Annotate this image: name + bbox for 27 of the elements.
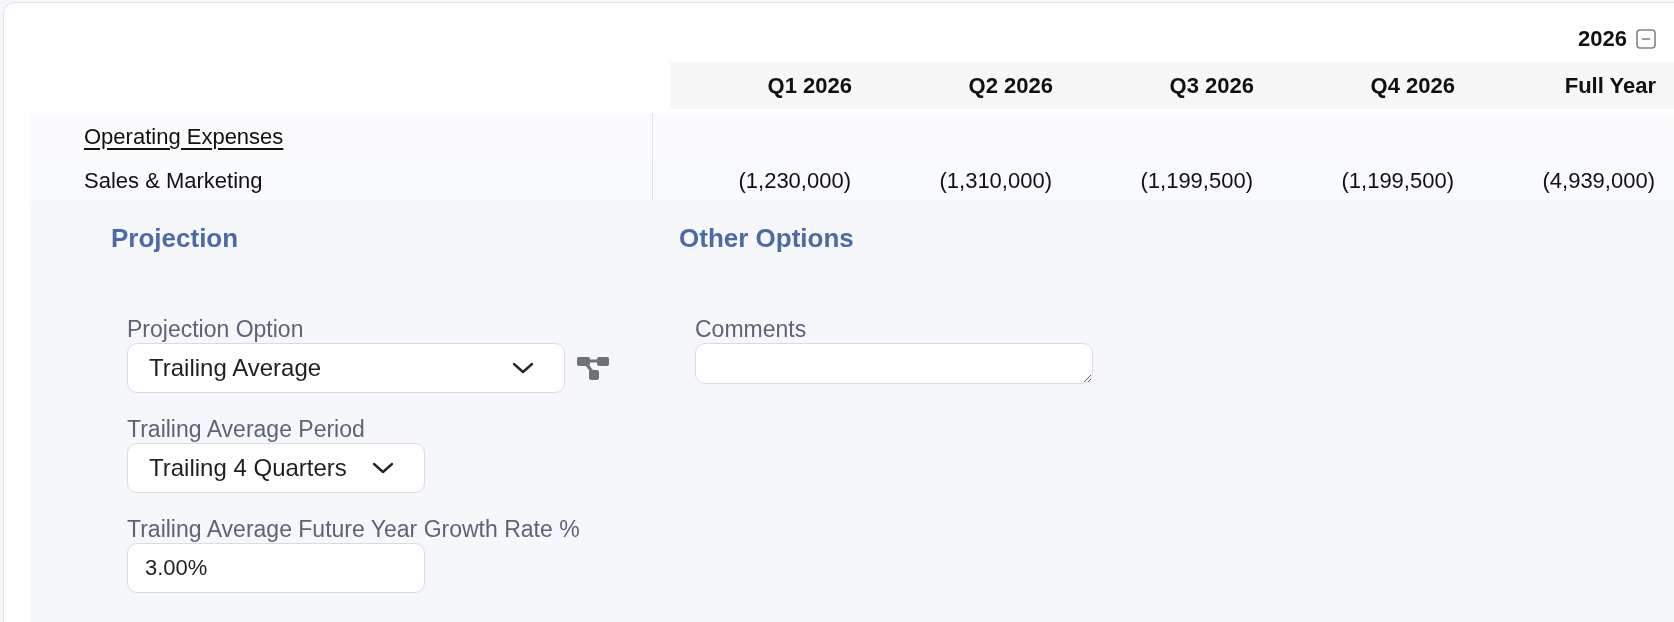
column-header: Q2 2026 xyxy=(968,72,1053,100)
row-label: Sales & Marketing xyxy=(84,167,263,195)
column-header: Q1 2026 xyxy=(767,72,852,100)
column-header: Q4 2026 xyxy=(1370,72,1455,100)
section-heading: Other Options xyxy=(679,222,854,255)
table-cell-text: (1,310,000) xyxy=(939,167,1052,195)
field-label: Projection Option xyxy=(127,315,304,343)
year-label: 2026 xyxy=(1578,25,1627,53)
projection-option-select[interactable]: Trailing Average xyxy=(127,343,565,393)
minus-square-icon[interactable] xyxy=(1636,28,1656,49)
growth-rate-field[interactable]: 3.00% xyxy=(127,543,425,593)
field-label: Trailing Average Future Year Growth Rate % xyxy=(127,515,580,543)
table-cell-text: (1,199,500) xyxy=(1140,167,1253,195)
period-select[interactable]: Trailing 4 Quarters xyxy=(127,443,425,493)
table-cell-text: (4,939,000) xyxy=(1542,167,1655,195)
category-link[interactable]: Operating Expenses xyxy=(84,120,284,153)
column-header: Full Year xyxy=(1564,72,1656,100)
column-header: Q3 2026 xyxy=(1169,72,1254,100)
comments-field[interactable] xyxy=(695,343,1093,384)
table-cell-text: (1,199,500) xyxy=(1341,167,1454,195)
section-heading: Projection xyxy=(111,222,239,255)
table-cell-text: (1,230,000) xyxy=(738,167,851,195)
branch-icon[interactable] xyxy=(577,356,609,380)
field-label: Comments xyxy=(695,315,807,343)
chevron-down-icon xyxy=(372,462,394,474)
field-label: Trailing Average Period xyxy=(127,415,365,443)
chevron-down-icon xyxy=(512,362,534,374)
